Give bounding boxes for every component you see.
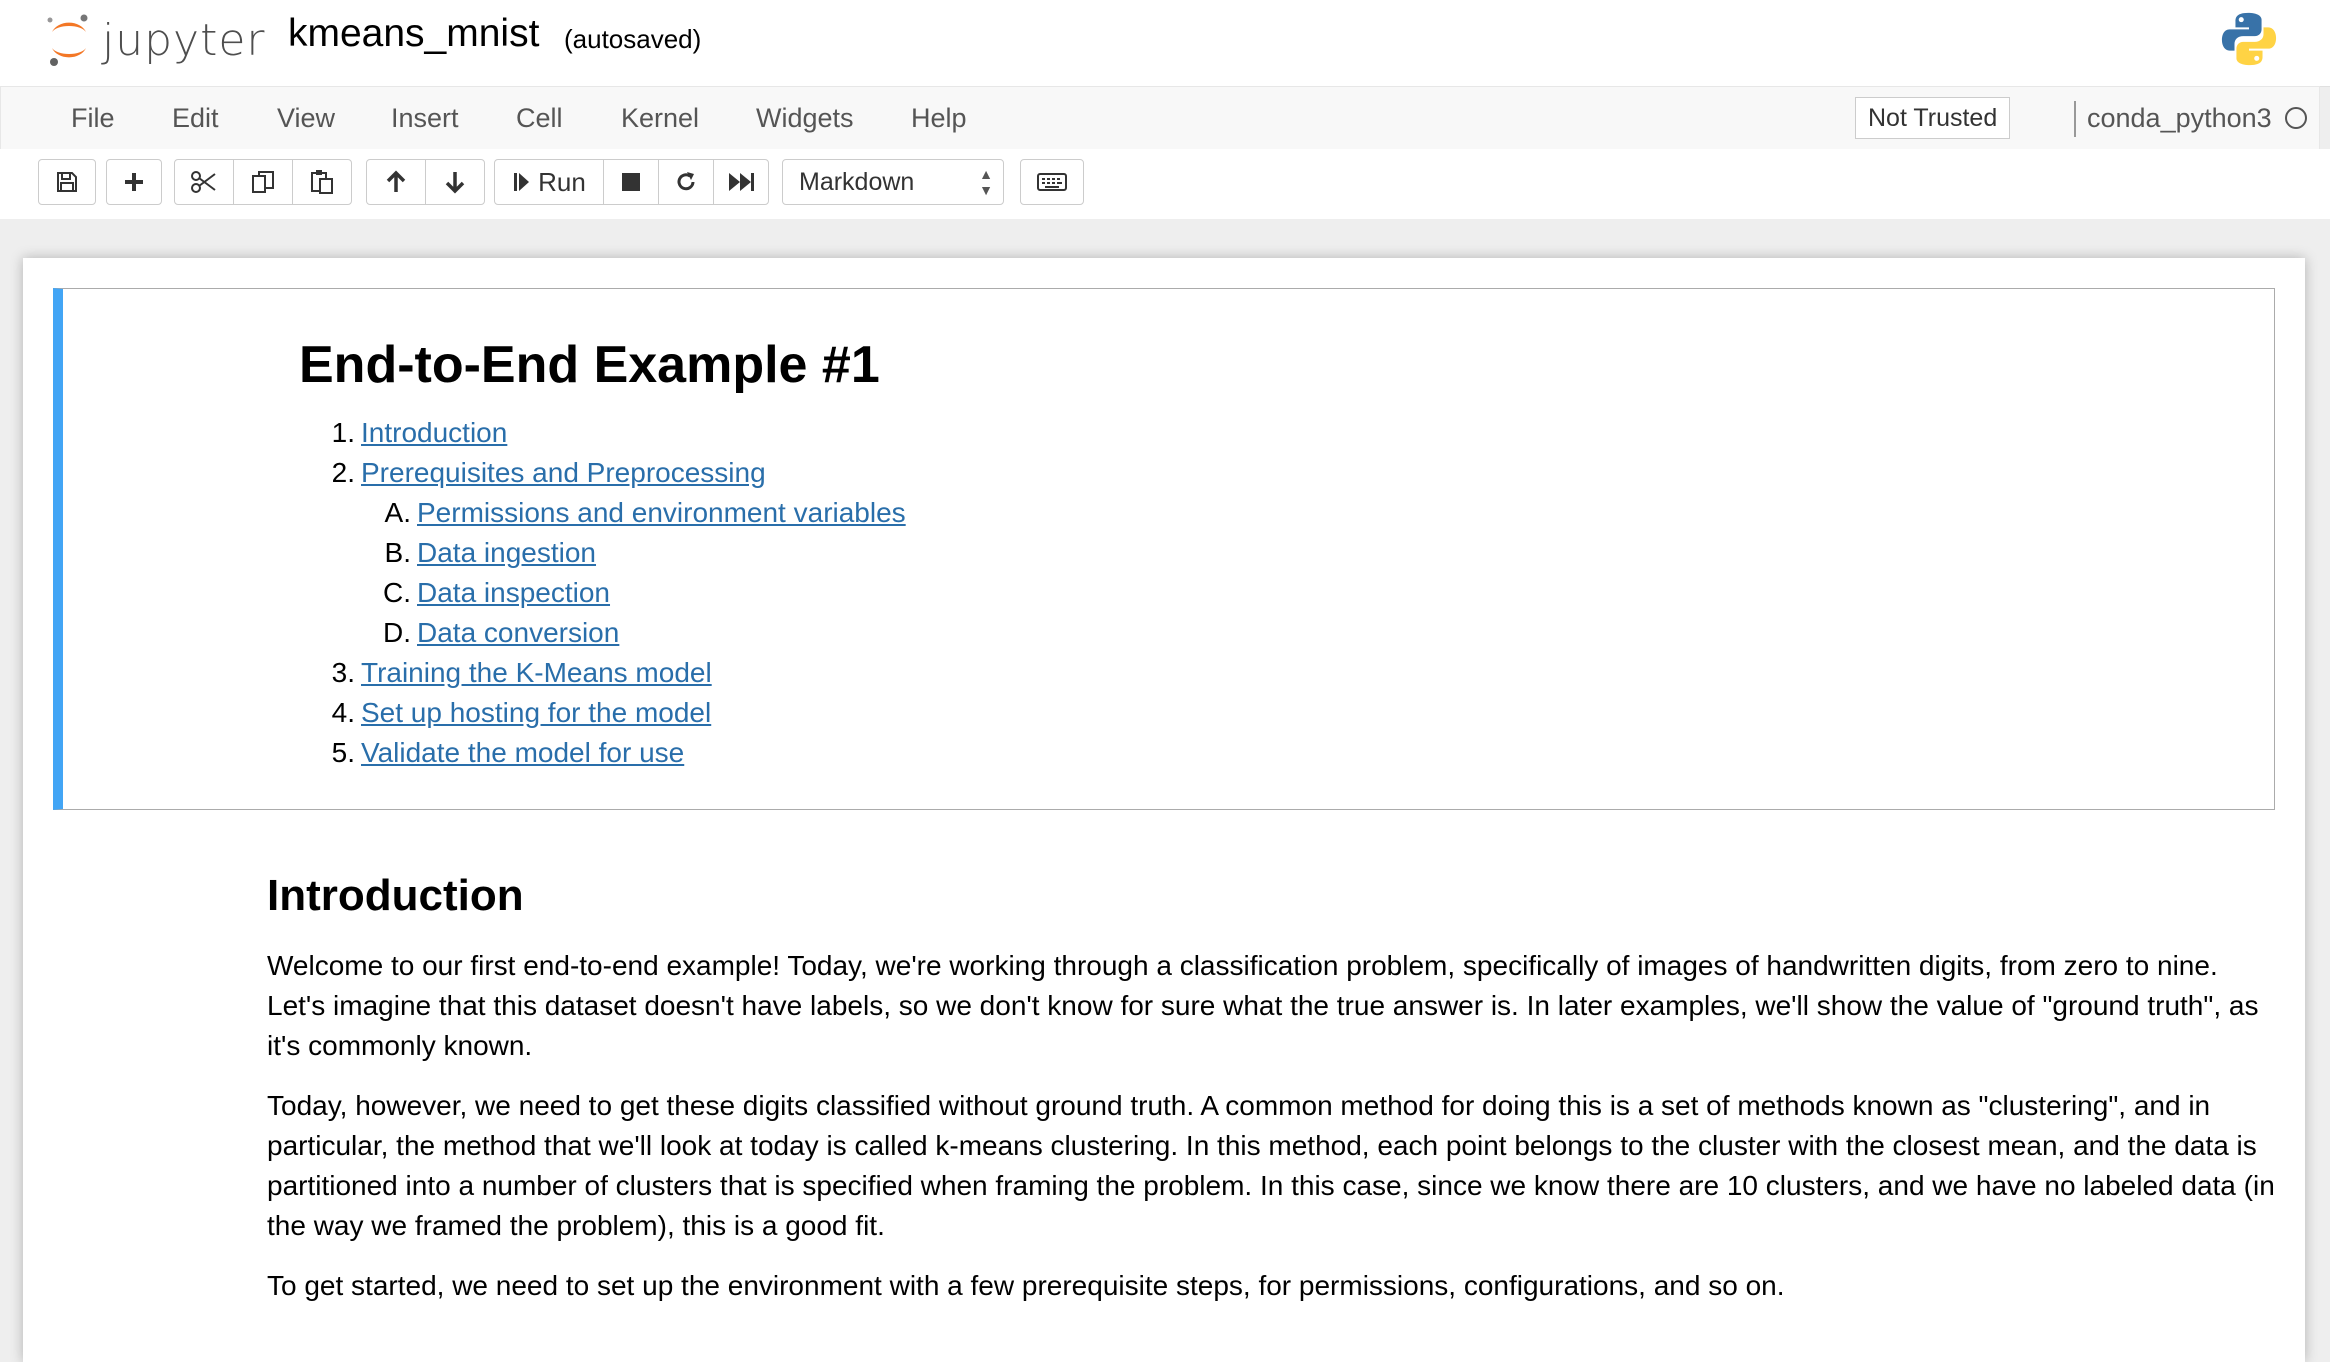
menu-view[interactable]: View [277,87,335,149]
toc-link-introduction[interactable]: Introduction [361,417,507,448]
menu-file[interactable]: File [71,87,115,149]
run-all-button[interactable] [713,159,769,205]
toc-letter: D. [383,617,411,648]
toc-number: 5. [331,737,355,768]
keyboard-shortcuts-button[interactable] [1020,159,1084,205]
menu-help[interactable]: Help [911,87,967,149]
copy-icon [252,171,274,193]
jupyter-logo-icon [47,14,88,66]
plus-icon [125,173,143,191]
run-icon [514,173,530,191]
toc-letter: A. [384,497,411,528]
toc-item: 2. Prerequisites and Preprocessing [299,453,906,493]
toc-item: 4. Set up hosting for the model [299,693,906,733]
paragraph: Today, however, we need to get these dig… [267,1090,2275,1241]
toc-item: 5. Validate the model for use [299,733,906,773]
markdown-cell-introduction[interactable]: Introduction Welcome to our first end-to… [267,870,2277,1326]
trust-status-button[interactable]: Not Trusted [1855,97,2011,139]
move-up-button[interactable] [366,159,426,205]
paste-icon [311,170,333,194]
paragraph: Welcome to our first end-to-end example!… [267,950,2259,1061]
menubar: File Edit View Insert Cell Kernel Widget… [0,86,2320,150]
toc-link-validate[interactable]: Validate the model for use [361,737,684,768]
markdown-cell-selected[interactable]: End-to-End Example #1 1. Introduction 2. P… [53,288,2275,810]
toc-number: 2. [331,457,355,488]
run-button[interactable]: Run [494,159,604,205]
toc-link-permissions[interactable]: Permissions and environment variables [417,497,906,528]
restart-button[interactable] [658,159,714,205]
cell-type-select[interactable]: Markdown ▲ ▼ [782,159,1004,205]
toc-link-hosting[interactable]: Set up hosting for the model [361,697,711,728]
notebook-container: End-to-End Example #1 1. Introduction 2. P… [23,258,2305,1362]
kernel-idle-indicator-icon [2285,107,2307,129]
paste-button[interactable] [292,159,352,205]
section-heading: Introduction [267,871,524,920]
interrupt-button[interactable] [603,159,659,205]
toc-subitem: A. Permissions and environment variables [299,493,906,533]
toolbar-group-insert [106,159,162,205]
toc-content: End-to-End Example #1 [299,335,880,395]
menu-edit[interactable]: Edit [172,87,219,149]
toc-item: 1. Introduction [299,413,906,453]
toc-subitem: C. Data inspection [299,573,906,613]
run-label: Run [538,166,586,197]
toc-link-training[interactable]: Training the K-Means model [361,657,712,688]
toc-letter: C. [383,577,411,608]
toolbar-group-move [366,159,485,205]
cut-icon [191,171,216,193]
keyboard-icon [1037,173,1067,191]
toc-link-prerequisites[interactable]: Prerequisites and Preprocessing [361,457,766,488]
menu-insert[interactable]: Insert [391,87,459,149]
toolbar: Run Markdown ▲ ▼ [0,149,2330,219]
toc-number: 3. [331,657,355,688]
toc-letter: B. [384,537,411,568]
kernel-name[interactable]: conda_python3 [2087,87,2272,149]
python-logo-icon [2221,12,2277,66]
fast-forward-icon [729,173,754,191]
menu-kernel[interactable]: Kernel [621,87,699,149]
header: jupyter kmeans_mnist (autosaved) [0,0,2330,87]
toolbar-group-edit [174,159,352,205]
toc-number: 4. [331,697,355,728]
toc-subitem: B. Data ingestion [299,533,906,573]
arrow-down-icon [445,172,465,194]
toc-number: 1. [331,417,355,448]
cell-title: End-to-End Example #1 [299,336,880,394]
notebook-name[interactable]: kmeans_mnist [288,12,539,56]
toolbar-group-run: Run [494,159,769,205]
copy-button[interactable] [233,159,293,205]
toolbar-group-keyboard [1020,159,1084,205]
logo-text: jupyter [102,14,266,66]
save-button[interactable] [38,159,96,205]
restart-icon [677,172,695,191]
jupyter-logo[interactable]: jupyter [46,10,266,70]
toc-link-data-conversion[interactable]: Data conversion [417,617,619,648]
toc-item: 3. Training the K-Means model [299,653,906,693]
save-icon [57,172,77,192]
move-down-button[interactable] [425,159,485,205]
toolbar-group-save [38,159,96,205]
insert-cell-button[interactable] [106,159,162,205]
autosave-status: (autosaved) [564,24,702,54]
toc-subitem: D. Data conversion [299,613,906,653]
toc-link-data-ingestion[interactable]: Data ingestion [417,537,596,568]
cell-type-value: Markdown [799,168,915,196]
kernel-separator [2074,101,2076,137]
select-arrows-icon: ▲ ▼ [979,166,993,198]
toc-link-data-inspection[interactable]: Data inspection [417,577,610,608]
menu-widgets[interactable]: Widgets [756,87,854,149]
stop-icon [622,173,640,191]
menu-cell[interactable]: Cell [516,87,563,149]
paragraph: To get started, we need to set up the en… [267,1270,1785,1301]
arrow-up-icon [386,170,406,192]
cut-button[interactable] [174,159,234,205]
toc-list: 1. Introduction 2. Prerequisites and Prepr… [299,413,906,773]
